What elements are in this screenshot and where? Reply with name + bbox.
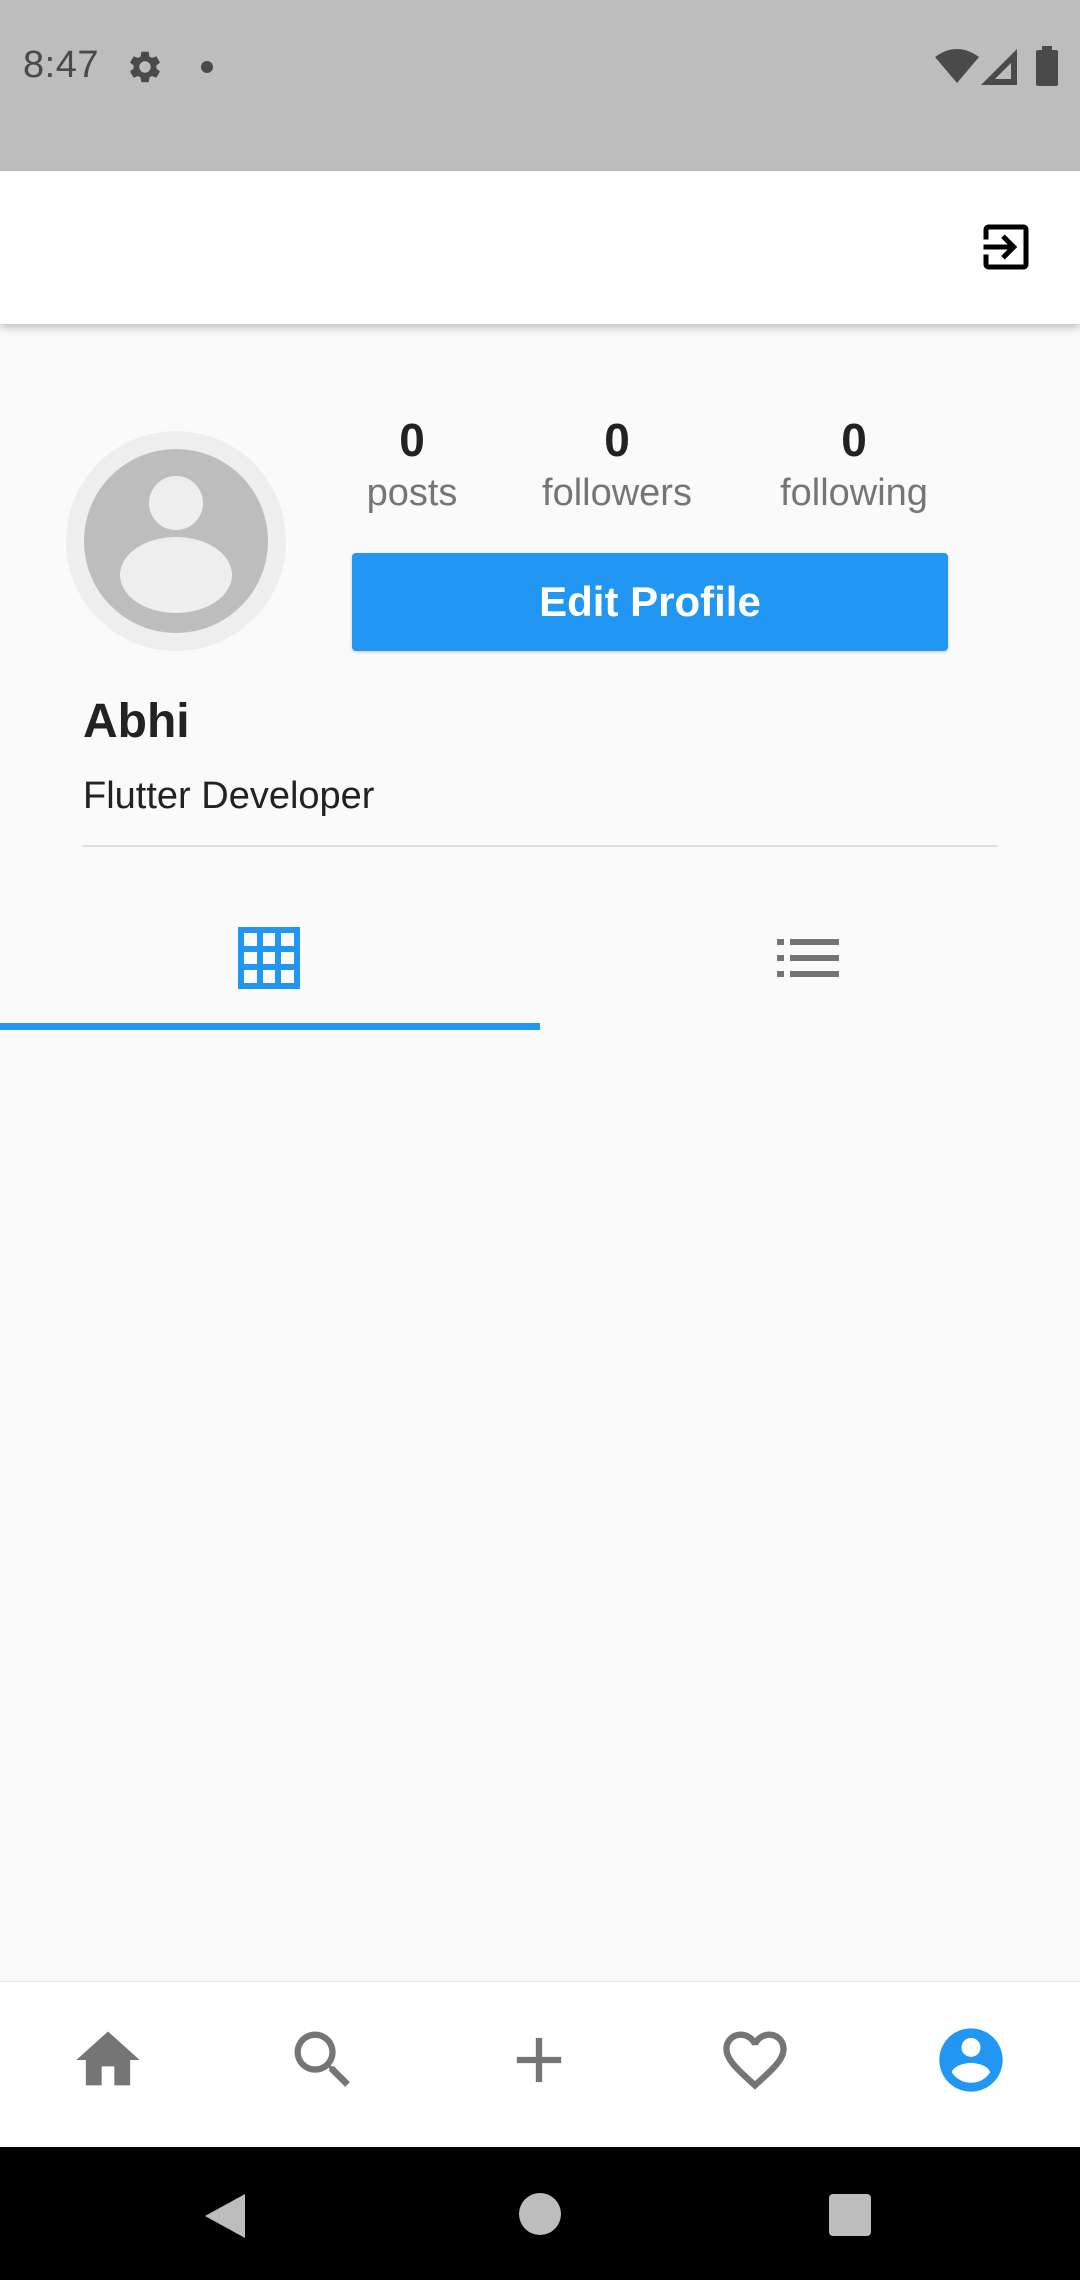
profile-screen: 8:47 0 posts 0 followers 0 following Edi… <box>0 0 1080 2280</box>
bottom-nav <box>0 1981 1080 2148</box>
tab-grid[interactable] <box>0 905 540 1027</box>
recent-apps-icon[interactable] <box>829 2194 871 2236</box>
home-button-icon[interactable] <box>519 2193 561 2235</box>
nav-search[interactable] <box>285 2022 361 2098</box>
profile-bio: Flutter Developer <box>83 775 375 817</box>
followers-label: followers <box>542 472 692 514</box>
divider <box>83 845 997 847</box>
add-icon <box>516 2037 562 2083</box>
cell-signal-icon <box>981 49 1017 85</box>
followers-count: 0 <box>604 414 630 466</box>
app-bar <box>0 171 1080 324</box>
status-bar: 8:47 <box>0 0 1080 171</box>
nav-activity[interactable] <box>717 2022 793 2098</box>
posts-stat: 0 posts <box>312 410 512 516</box>
followers-stat[interactable]: 0 followers <box>517 410 717 516</box>
exit-to-app-icon[interactable] <box>976 217 1036 277</box>
settings-gear-icon <box>130 51 160 83</box>
avatar[interactable] <box>66 431 286 651</box>
list-icon <box>777 939 839 977</box>
tab-list[interactable] <box>540 905 1080 1027</box>
posts-label: posts <box>366 472 458 514</box>
nav-home[interactable] <box>70 2022 146 2098</box>
profile-name: Abhi <box>83 695 190 748</box>
default-avatar-icon <box>84 449 268 633</box>
wifi-icon <box>935 49 979 83</box>
heart-icon <box>723 2031 787 2090</box>
following-label: following <box>780 472 928 514</box>
posts-count: 0 <box>399 414 425 466</box>
nav-profile[interactable] <box>933 2022 1009 2098</box>
search-icon <box>294 2031 350 2087</box>
notification-dot-icon <box>201 61 213 73</box>
grid-icon <box>238 927 300 989</box>
battery-icon <box>1036 46 1058 86</box>
system-nav-bar <box>0 2147 1080 2280</box>
following-count: 0 <box>841 414 867 466</box>
edit-profile-button[interactable]: Edit Profile <box>352 553 948 651</box>
nav-add[interactable] <box>501 2022 577 2098</box>
back-icon[interactable] <box>205 2192 249 2240</box>
home-icon <box>76 2031 140 2086</box>
tab-indicator <box>0 1023 540 1030</box>
status-time: 8:47 <box>23 44 99 86</box>
account-circle-icon <box>939 2028 1003 2092</box>
following-stat[interactable]: 0 following <box>754 410 954 516</box>
